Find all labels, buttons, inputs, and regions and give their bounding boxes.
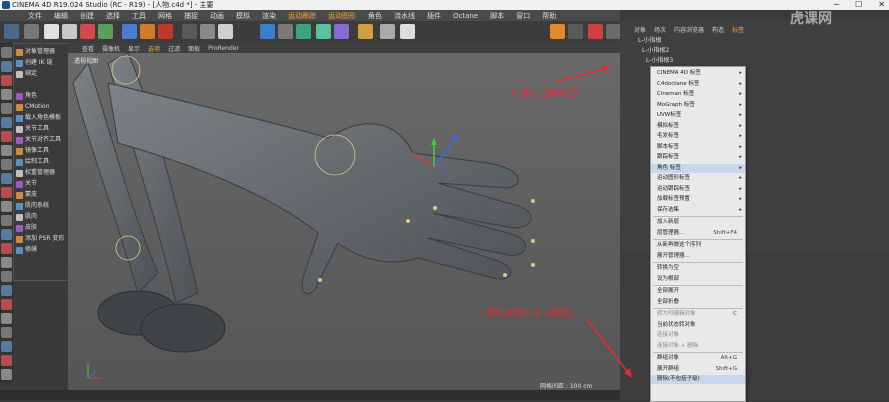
- annotation-arrows: [554, 65, 632, 378]
- watermark: 虎课网: [790, 11, 832, 27]
- annotation-step2: 2 进行【重命名】: [511, 89, 583, 99]
- annotation-step1: 1 鼠标右键点击【删除】: [479, 309, 578, 319]
- arrow-to-delete: [585, 317, 631, 376]
- arrow-head-icon: [602, 65, 610, 72]
- arrow-to-tag-menu: [554, 67, 609, 83]
